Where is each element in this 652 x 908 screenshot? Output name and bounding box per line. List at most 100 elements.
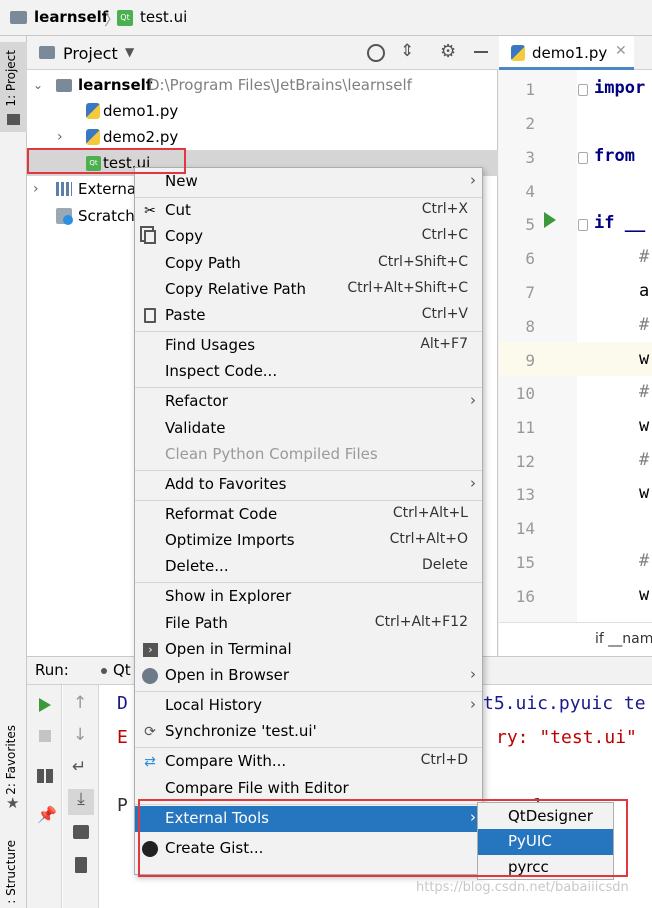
editor-tab-demo1[interactable]: demo1.py ✕ bbox=[499, 36, 634, 70]
project-view-title[interactable]: Project bbox=[63, 44, 118, 63]
code-line: # bbox=[639, 315, 650, 335]
line-number: 12 bbox=[515, 452, 535, 471]
run-gutter-icon[interactable] bbox=[544, 212, 556, 228]
fold-marker-icon[interactable] bbox=[578, 152, 588, 164]
menu-item-label: Validate bbox=[165, 419, 226, 437]
close-icon[interactable]: ✕ bbox=[615, 43, 627, 59]
fold-marker-icon[interactable] bbox=[578, 219, 588, 231]
menu-item-cut[interactable]: ✂ Cut Ctrl+X bbox=[135, 198, 482, 224]
run-toolbar-secondary: ↑ ↓ ↵ ⤓ bbox=[63, 685, 99, 908]
menu-item-label: Compare File with Editor bbox=[165, 779, 349, 797]
scroll-to-end-icon[interactable]: ⤓ bbox=[68, 789, 94, 815]
qt-file-icon: Qt bbox=[117, 10, 133, 26]
menu-item-paste[interactable]: Paste Ctrl+V bbox=[135, 303, 482, 329]
menu-item-label: Copy Relative Path bbox=[165, 280, 307, 298]
print-icon[interactable] bbox=[73, 825, 89, 839]
tree-row-demo2[interactable]: › demo2.py bbox=[27, 124, 498, 150]
menu-item-validate[interactable]: Validate bbox=[135, 416, 482, 442]
chevron-right-icon: › bbox=[470, 171, 476, 189]
line-number: 16 bbox=[515, 587, 535, 606]
code-line: # bbox=[639, 247, 650, 267]
menu-item-copy-relative-path[interactable]: Copy Relative Path Ctrl+Alt+Shift+C bbox=[135, 277, 482, 303]
line-numbers: 1 2 3 4 5 6 7 8 9 10 11 12 13 14 15 16 bbox=[499, 70, 577, 656]
run-toolbar-primary: 📌 bbox=[27, 685, 62, 908]
breadcrumb-file[interactable]: test.ui bbox=[140, 8, 187, 26]
menu-item-optimize-imports[interactable]: Optimize Imports Ctrl+Alt+O bbox=[135, 528, 482, 554]
menu-item-label: Paste bbox=[165, 306, 206, 324]
project-panel-header: Project ▼ ⇕ ⚙ bbox=[27, 36, 498, 70]
run-config-icon bbox=[101, 667, 107, 674]
run-output-error: E bbox=[117, 727, 128, 748]
menu-item-synchronize[interactable]: ⟳ Synchronize 'test.ui' bbox=[135, 719, 482, 745]
arrow-down-icon[interactable]: ↓ bbox=[73, 725, 87, 745]
layout-icon[interactable] bbox=[37, 769, 53, 783]
hide-panel-icon[interactable] bbox=[474, 51, 488, 53]
line-number: 13 bbox=[515, 485, 535, 504]
line-number: 8 bbox=[525, 317, 535, 336]
run-output-line: t5.uic.pyuic te bbox=[483, 693, 646, 714]
line-number: 7 bbox=[525, 283, 535, 302]
chevron-down-icon[interactable]: ▼ bbox=[125, 45, 134, 59]
arrow-up-icon[interactable]: ↑ bbox=[73, 693, 87, 713]
menu-item-refactor[interactable]: Refactor › bbox=[135, 389, 482, 415]
tree-row-demo1[interactable]: demo1.py bbox=[27, 98, 498, 124]
line-number: 15 bbox=[515, 553, 535, 572]
menu-separator bbox=[135, 331, 482, 332]
menu-item-label: Add to Favorites bbox=[165, 475, 287, 493]
chevron-down-icon[interactable]: ⌄ bbox=[33, 72, 43, 98]
menu-item-file-path[interactable]: File Path Ctrl+Alt+F12 bbox=[135, 611, 482, 637]
breadcrumb-bar: learnself 〉 Qt test.ui bbox=[0, 0, 652, 36]
code-line: w bbox=[639, 585, 650, 605]
menu-item-reformat-code[interactable]: Reformat Code Ctrl+Alt+L bbox=[135, 502, 482, 528]
run-output-line: D bbox=[117, 693, 128, 714]
stop-icon[interactable] bbox=[39, 730, 51, 742]
soft-wrap-icon[interactable]: ↵ bbox=[72, 757, 86, 777]
menu-item-copy[interactable]: Copy Ctrl+C bbox=[135, 224, 482, 250]
chevron-right-icon[interactable]: › bbox=[57, 124, 63, 150]
folder-icon bbox=[10, 11, 27, 24]
menu-item-label: Local History bbox=[165, 696, 263, 714]
code-line: # bbox=[639, 551, 650, 571]
menu-item-add-to-favorites[interactable]: Add to Favorites › bbox=[135, 472, 482, 498]
chevron-right-icon[interactable]: › bbox=[33, 176, 39, 202]
code-line: from bbox=[594, 146, 635, 166]
chevron-right-icon: › bbox=[470, 391, 476, 409]
menu-item-copy-path[interactable]: Copy Path Ctrl+Shift+C bbox=[135, 251, 482, 277]
pin-icon[interactable]: 📌 bbox=[37, 805, 57, 824]
rerun-icon[interactable] bbox=[39, 698, 51, 712]
favorites-tool-tab-label: 2: Favorites bbox=[4, 725, 18, 795]
qt-run-tab[interactable]: Qt bbox=[101, 661, 131, 679]
python-file-icon bbox=[511, 45, 525, 61]
menu-item-local-history[interactable]: Local History › bbox=[135, 693, 482, 719]
context-menu: New › ✂ Cut Ctrl+X Copy Ctrl+C Copy Path… bbox=[134, 167, 483, 875]
line-number: 9 bbox=[525, 351, 535, 370]
code-line: w bbox=[639, 349, 650, 369]
menu-item-delete[interactable]: Delete... Delete bbox=[135, 554, 482, 580]
tree-external-label: External bbox=[78, 180, 141, 198]
line-number: 5 bbox=[525, 215, 535, 234]
tree-row-root[interactable]: ⌄ learnself D:\Program Files\JetBrains\l… bbox=[27, 72, 498, 98]
menu-item-clean-compiled: Clean Python Compiled Files bbox=[135, 442, 482, 468]
menu-item-open-in-terminal[interactable]: › Open in Terminal bbox=[135, 637, 482, 663]
code-line: # bbox=[639, 382, 650, 402]
menu-item-inspect-code[interactable]: Inspect Code... bbox=[135, 359, 482, 385]
menu-item-label: Show in Explorer bbox=[165, 587, 292, 605]
clipboard-icon bbox=[144, 308, 156, 323]
menu-item-open-in-browser[interactable]: Open in Browser › bbox=[135, 663, 482, 689]
structure-tool-tab[interactable]: : Structure bbox=[0, 836, 27, 908]
menu-separator bbox=[135, 747, 482, 748]
trash-icon[interactable] bbox=[75, 857, 87, 873]
menu-item-show-in-explorer[interactable]: Show in Explorer bbox=[135, 584, 482, 610]
menu-separator bbox=[135, 691, 482, 692]
menu-item-find-usages[interactable]: Find Usages Alt+F7 bbox=[135, 333, 482, 359]
tree-root-path: D:\Program Files\JetBrains\learnself bbox=[148, 76, 412, 94]
menu-item-new[interactable]: New › bbox=[135, 169, 482, 195]
locate-icon[interactable] bbox=[367, 44, 385, 62]
gear-icon[interactable]: ⚙ bbox=[440, 41, 456, 62]
collapse-all-icon[interactable]: ⇕ bbox=[400, 41, 414, 61]
menu-item-shortcut: Ctrl+Alt+Shift+C bbox=[347, 280, 468, 296]
breadcrumb-project[interactable]: learnself bbox=[34, 8, 108, 26]
fold-marker-icon[interactable] bbox=[578, 84, 588, 96]
menu-item-compare-with[interactable]: ⇄ Compare With... Ctrl+D bbox=[135, 749, 482, 775]
editor-breadcrumb-text[interactable]: if __nam bbox=[595, 631, 652, 647]
